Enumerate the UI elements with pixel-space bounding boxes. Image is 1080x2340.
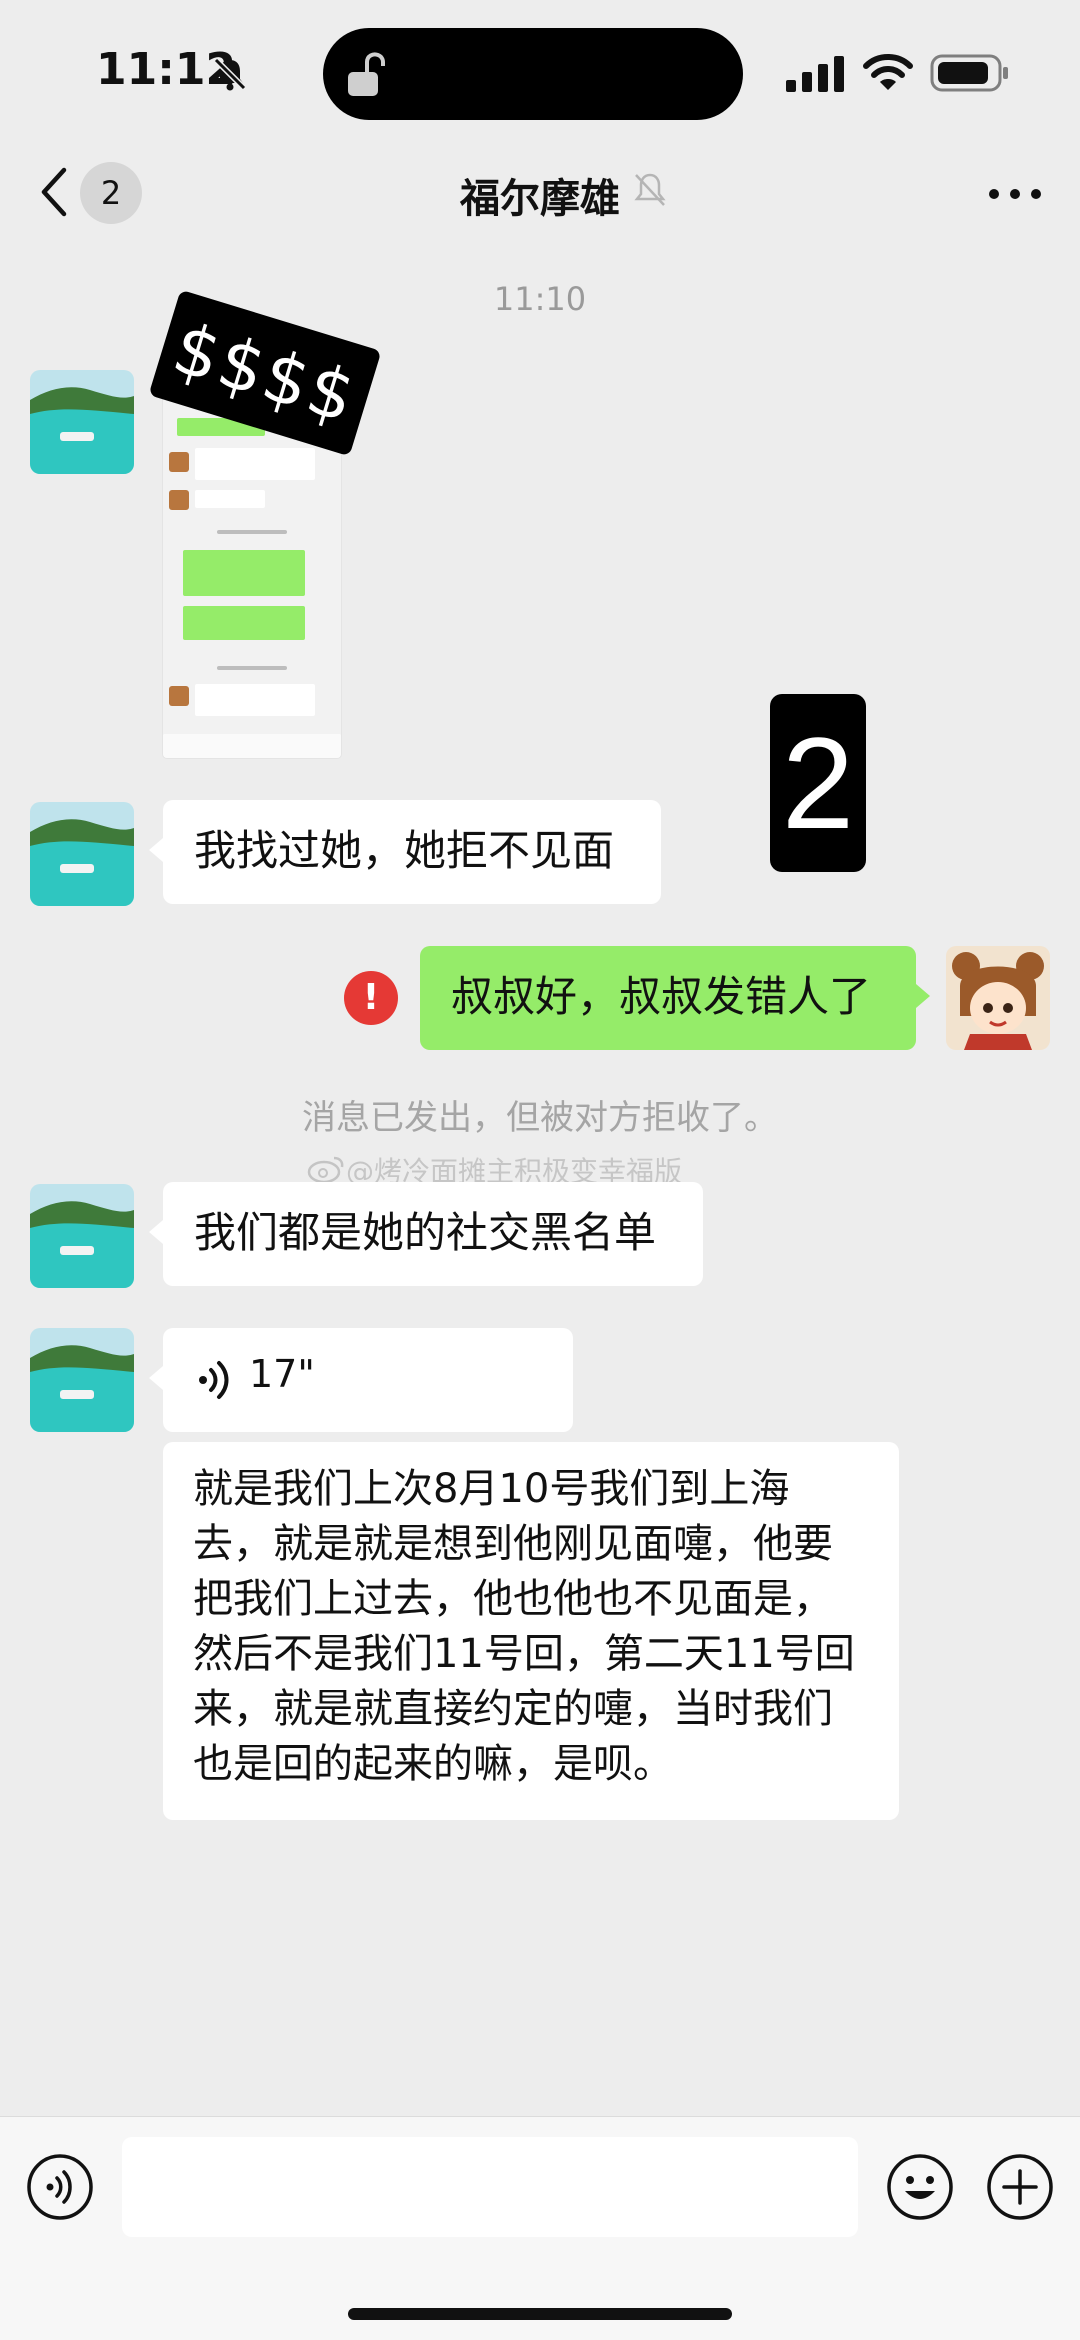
smiley-icon[interactable] [886,2153,954,2221]
contact-avatar[interactable] [30,802,134,906]
plus-circle-icon[interactable] [986,2153,1054,2221]
contact-avatar[interactable] [30,370,134,474]
unlock-icon [348,52,385,96]
number-sticker: 2 [770,694,866,872]
received-message-bubble[interactable]: 我找过她，她拒不见面 [149,800,661,904]
chat-header: 2 福尔摩雄 [0,140,1080,240]
cellular-signal-icon [786,56,844,92]
message-text: 叔叔好，叔叔发错人了 [451,972,872,1021]
voice-transcript: 就是我们上次8月10号我们到上海去，就是就是想到他刚见面嚏，他要把我们上过去，他… [163,1442,899,1820]
contact-avatar[interactable] [30,1328,134,1432]
voice-wave-icon [199,1361,229,1399]
ellipsis-icon[interactable] [980,174,1050,214]
wifi-icon [863,54,913,90]
system-notice: 消息已发出，但被对方拒收了。 [302,1098,778,1138]
message-input[interactable] [122,2137,858,2237]
mute-bell-icon [634,173,666,206]
user-avatar[interactable] [946,946,1050,1050]
voice-duration: 17" [249,1352,315,1396]
input-bar [0,2116,1080,2340]
battery-icon [930,54,1008,92]
bell-off-icon [213,57,247,91]
message-text: 我们都是她的社交黑名单 [194,1208,657,1257]
contact-avatar[interactable] [30,1184,134,1288]
sent-message-bubble[interactable]: 叔叔好，叔叔发错人了 [420,946,930,1050]
voice-input-icon[interactable] [26,2153,94,2221]
status-bar: 11:12 [0,0,1080,140]
home-indicator[interactable] [348,2308,732,2320]
received-message-bubble[interactable]: 我们都是她的社交黑名单 [149,1182,703,1286]
message-text: 我找过她，她拒不见面 [194,826,615,875]
voice-message-bubble[interactable]: 17" [149,1328,573,1432]
weibo-logo-icon [307,1156,344,1184]
error-alert-icon[interactable]: ! [344,971,398,1025]
message-timestamp: 11:10 [493,280,587,318]
chat-title: 福尔摩雄 [460,176,620,222]
dynamic-island [323,28,743,120]
